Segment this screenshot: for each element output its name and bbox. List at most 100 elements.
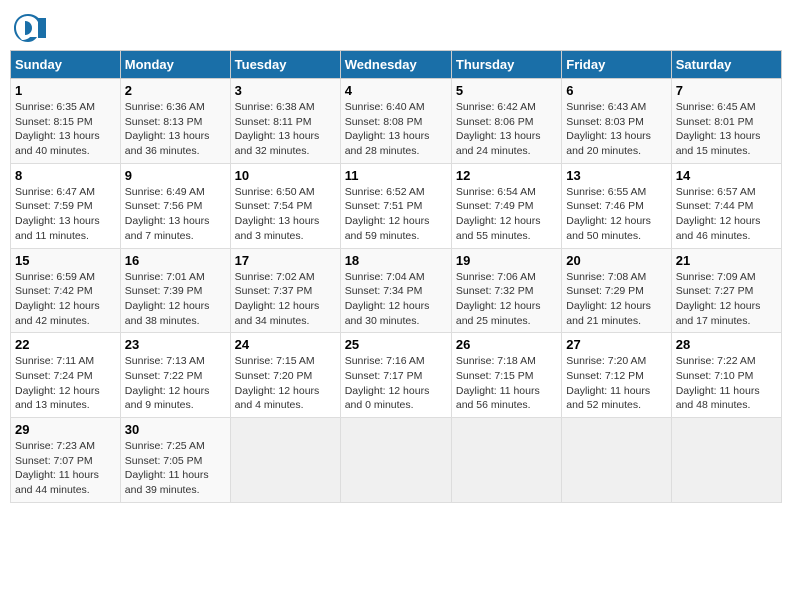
day-info: Sunrise: 6:40 AMSunset: 8:08 PMDaylight:… <box>345 100 447 159</box>
calendar-day-10: 10Sunrise: 6:50 AMSunset: 7:54 PMDayligh… <box>230 163 340 248</box>
day-info: Sunrise: 7:04 AMSunset: 7:34 PMDaylight:… <box>345 270 447 329</box>
day-info: Sunrise: 7:09 AMSunset: 7:27 PMDaylight:… <box>676 270 777 329</box>
day-number: 25 <box>345 337 447 352</box>
calendar-day-empty <box>451 418 561 503</box>
day-number: 3 <box>235 83 336 98</box>
day-info: Sunrise: 7:18 AMSunset: 7:15 PMDaylight:… <box>456 354 557 413</box>
day-info: Sunrise: 7:13 AMSunset: 7:22 PMDaylight:… <box>125 354 226 413</box>
logo <box>10 10 50 46</box>
day-info: Sunrise: 6:54 AMSunset: 7:49 PMDaylight:… <box>456 185 557 244</box>
day-number: 12 <box>456 168 557 183</box>
day-info: Sunrise: 7:16 AMSunset: 7:17 PMDaylight:… <box>345 354 447 413</box>
calendar-day-3: 3 Sunrise: 6:38 AMSunset: 8:11 PMDaylight… <box>230 79 340 164</box>
day-number: 22 <box>15 337 116 352</box>
calendar-day-empty <box>230 418 340 503</box>
day-number: 13 <box>566 168 666 183</box>
calendar-day-21: 21 Sunrise: 7:09 AMSunset: 7:27 PMDayligh… <box>671 248 781 333</box>
day-number: 16 <box>125 253 226 268</box>
logo-icon <box>10 10 46 46</box>
calendar-day-2: 2 Sunrise: 6:36 AMSunset: 8:13 PMDaylight… <box>120 79 230 164</box>
calendar-header: SundayMondayTuesdayWednesdayThursdayFrid… <box>11 51 782 79</box>
day-number: 27 <box>566 337 666 352</box>
day-number: 24 <box>235 337 336 352</box>
day-info: Sunrise: 6:57 AMSunset: 7:44 PMDaylight:… <box>676 185 777 244</box>
calendar-day-18: 18 Sunrise: 7:04 AMSunset: 7:34 PMDayligh… <box>340 248 451 333</box>
day-info: Sunrise: 6:45 AMSunset: 8:01 PMDaylight:… <box>676 100 777 159</box>
calendar-day-25: 25 Sunrise: 7:16 AMSunset: 7:17 PMDayligh… <box>340 333 451 418</box>
day-number: 20 <box>566 253 666 268</box>
calendar-day-1: 1 Sunrise: 6:35 AMSunset: 8:15 PMDaylight… <box>11 79 121 164</box>
calendar-day-empty <box>671 418 781 503</box>
day-number: 7 <box>676 83 777 98</box>
day-info: Sunrise: 6:50 AMSunset: 7:54 PMDaylight:… <box>235 185 336 244</box>
calendar-day-14: 14Sunrise: 6:57 AMSunset: 7:44 PMDayligh… <box>671 163 781 248</box>
day-info: Sunrise: 6:59 AMSunset: 7:42 PMDaylight:… <box>15 270 116 329</box>
calendar-day-27: 27 Sunrise: 7:20 AMSunset: 7:12 PMDayligh… <box>562 333 671 418</box>
calendar-day-6: 6 Sunrise: 6:43 AMSunset: 8:03 PMDaylight… <box>562 79 671 164</box>
calendar-day-13: 13 Sunrise: 6:55 AMSunset: 7:46 PMDayligh… <box>562 163 671 248</box>
day-info: Sunrise: 6:47 AMSunset: 7:59 PMDaylight:… <box>15 185 116 244</box>
day-number: 23 <box>125 337 226 352</box>
weekday-header-monday: Monday <box>120 51 230 79</box>
day-info: Sunrise: 7:11 AMSunset: 7:24 PMDaylight:… <box>15 354 116 413</box>
day-info: Sunrise: 7:02 AMSunset: 7:37 PMDaylight:… <box>235 270 336 329</box>
day-number: 1 <box>15 83 116 98</box>
calendar-day-26: 26 Sunrise: 7:18 AMSunset: 7:15 PMDayligh… <box>451 333 561 418</box>
page-header <box>10 10 782 46</box>
day-number: 6 <box>566 83 666 98</box>
day-info: Sunrise: 6:42 AMSunset: 8:06 PMDaylight:… <box>456 100 557 159</box>
calendar-day-20: 20 Sunrise: 7:08 AMSunset: 7:29 PMDayligh… <box>562 248 671 333</box>
weekday-header-tuesday: Tuesday <box>230 51 340 79</box>
day-info: Sunrise: 7:01 AMSunset: 7:39 PMDaylight:… <box>125 270 226 329</box>
day-number: 5 <box>456 83 557 98</box>
calendar-day-19: 19 Sunrise: 7:06 AMSunset: 7:32 PMDayligh… <box>451 248 561 333</box>
weekday-header-sunday: Sunday <box>11 51 121 79</box>
calendar-day-15: 15 Sunrise: 6:59 AMSunset: 7:42 PMDayligh… <box>11 248 121 333</box>
day-number: 18 <box>345 253 447 268</box>
calendar-day-9: 9 Sunrise: 6:49 AMSunset: 7:56 PMDaylight… <box>120 163 230 248</box>
day-number: 15 <box>15 253 116 268</box>
weekday-header-saturday: Saturday <box>671 51 781 79</box>
day-info: Sunrise: 7:23 AMSunset: 7:07 PMDaylight:… <box>15 439 116 498</box>
day-number: 11 <box>345 168 447 183</box>
day-info: Sunrise: 6:49 AMSunset: 7:56 PMDaylight:… <box>125 185 226 244</box>
weekday-header-friday: Friday <box>562 51 671 79</box>
day-number: 26 <box>456 337 557 352</box>
calendar-day-empty <box>562 418 671 503</box>
calendar-day-23: 23 Sunrise: 7:13 AMSunset: 7:22 PMDayligh… <box>120 333 230 418</box>
calendar-day-16: 16 Sunrise: 7:01 AMSunset: 7:39 PMDayligh… <box>120 248 230 333</box>
calendar-day-22: 22 Sunrise: 7:11 AMSunset: 7:24 PMDayligh… <box>11 333 121 418</box>
day-number: 2 <box>125 83 226 98</box>
day-number: 17 <box>235 253 336 268</box>
day-number: 9 <box>125 168 226 183</box>
day-info: Sunrise: 7:06 AMSunset: 7:32 PMDaylight:… <box>456 270 557 329</box>
day-info: Sunrise: 6:52 AMSunset: 7:51 PMDaylight:… <box>345 185 447 244</box>
calendar-day-29: 29 Sunrise: 7:23 AMSunset: 7:07 PMDayligh… <box>11 418 121 503</box>
calendar-day-5: 5 Sunrise: 6:42 AMSunset: 8:06 PMDaylight… <box>451 79 561 164</box>
calendar-day-30: 30 Sunrise: 7:25 AMSunset: 7:05 PMDayligh… <box>120 418 230 503</box>
calendar-day-24: 24 Sunrise: 7:15 AMSunset: 7:20 PMDayligh… <box>230 333 340 418</box>
day-number: 8 <box>15 168 116 183</box>
calendar-table: SundayMondayTuesdayWednesdayThursdayFrid… <box>10 50 782 503</box>
day-number: 21 <box>676 253 777 268</box>
day-info: Sunrise: 7:25 AMSunset: 7:05 PMDaylight:… <box>125 439 226 498</box>
calendar-day-17: 17 Sunrise: 7:02 AMSunset: 7:37 PMDayligh… <box>230 248 340 333</box>
day-info: Sunrise: 7:20 AMSunset: 7:12 PMDaylight:… <box>566 354 666 413</box>
calendar-day-8: 8 Sunrise: 6:47 AMSunset: 7:59 PMDaylight… <box>11 163 121 248</box>
day-info: Sunrise: 6:38 AMSunset: 8:11 PMDaylight:… <box>235 100 336 159</box>
day-info: Sunrise: 6:35 AMSunset: 8:15 PMDaylight:… <box>15 100 116 159</box>
calendar-day-28: 28 Sunrise: 7:22 AMSunset: 7:10 PMDayligh… <box>671 333 781 418</box>
day-info: Sunrise: 7:08 AMSunset: 7:29 PMDaylight:… <box>566 270 666 329</box>
day-info: Sunrise: 6:36 AMSunset: 8:13 PMDaylight:… <box>125 100 226 159</box>
day-number: 29 <box>15 422 116 437</box>
day-info: Sunrise: 6:55 AMSunset: 7:46 PMDaylight:… <box>566 185 666 244</box>
day-number: 4 <box>345 83 447 98</box>
day-info: Sunrise: 6:43 AMSunset: 8:03 PMDaylight:… <box>566 100 666 159</box>
day-number: 30 <box>125 422 226 437</box>
day-info: Sunrise: 7:15 AMSunset: 7:20 PMDaylight:… <box>235 354 336 413</box>
day-info: Sunrise: 7:22 AMSunset: 7:10 PMDaylight:… <box>676 354 777 413</box>
weekday-header-thursday: Thursday <box>451 51 561 79</box>
calendar-day-11: 11 Sunrise: 6:52 AMSunset: 7:51 PMDayligh… <box>340 163 451 248</box>
day-number: 19 <box>456 253 557 268</box>
day-number: 28 <box>676 337 777 352</box>
